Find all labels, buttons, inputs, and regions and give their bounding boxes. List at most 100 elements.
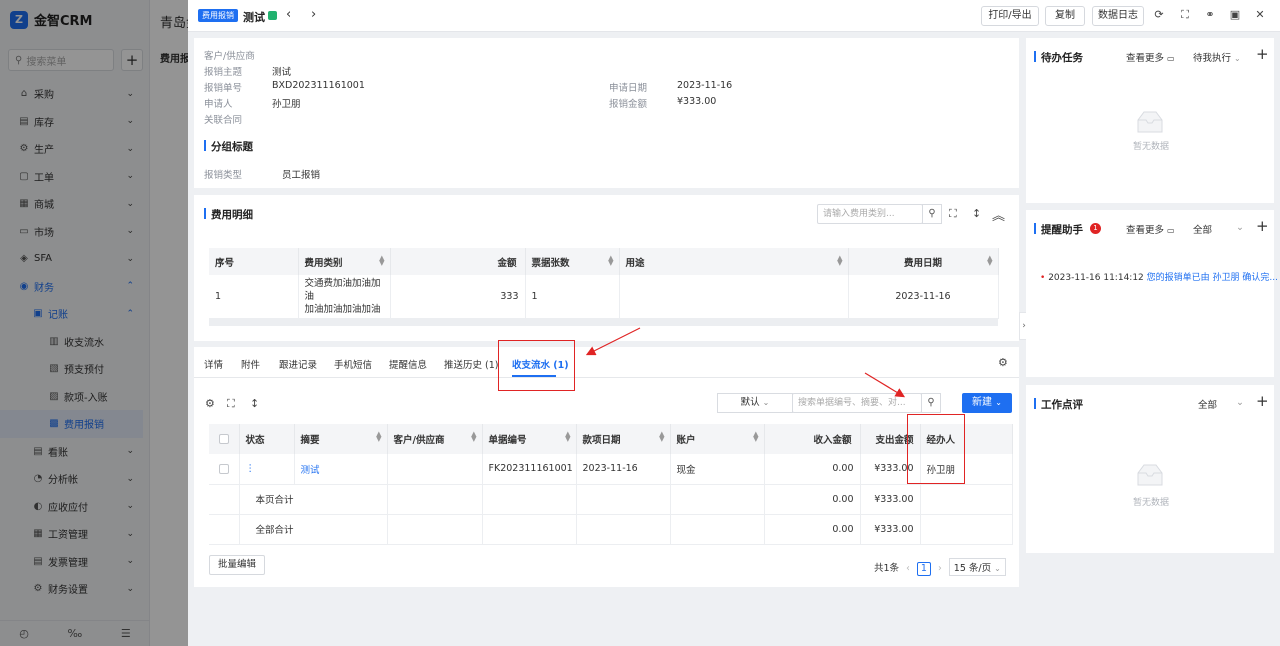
row-checkbox[interactable] [218,463,229,474]
row-height-icon[interactable]: ↕ [250,397,259,410]
refresh-icon[interactable]: ⟳ [1152,8,1166,22]
add-todo-icon[interactable]: + [1256,45,1269,63]
overlay-mask[interactable] [0,0,190,646]
sort-icon[interactable]: ▲ ▼ [471,431,476,443]
chevron-down-icon: ⌄ [994,564,1001,573]
work-review-panel: 工作点评 全部 ⌄ + 暂无数据 [1026,385,1274,553]
col-header-summary[interactable]: 摘要 ▲ ▼ [294,424,388,454]
col-header-tickets[interactable]: 票据张数 ▲ ▼ [525,248,620,275]
review-filter-select[interactable]: 全部 [1198,397,1217,411]
chevron-down-icon[interactable]: ⌄ [1236,397,1244,408]
cell-amount: 333 [390,275,526,319]
sort-icon[interactable]: ▲ ▼ [987,255,992,267]
tab-detail[interactable]: 详情 [204,357,223,371]
tab-reminders[interactable]: 提醒信息 [389,357,427,371]
view-select[interactable]: 默认 ⌄ [717,393,793,413]
col-header-doc-no[interactable]: 单据编号 ▲ ▼ [482,424,577,454]
tab-sms[interactable]: 手机短信 [334,357,372,371]
page-total-expense: ¥333.00 [860,484,921,515]
page-number[interactable]: 1 [916,562,931,576]
col-header-date[interactable]: 费用日期 ▲ ▼ [848,248,999,275]
sort-icon[interactable]: ▲ ▼ [379,255,384,267]
prev-record-icon[interactable]: ‹ [286,7,291,22]
table-row[interactable]: ⋮ 测试 FK202311161001 2023-11-16 现金 0.00 ¥… [209,454,1013,485]
summary-link[interactable]: 测试 [301,465,320,476]
col-header-customer[interactable]: 客户/供应商 ▲ ▼ [387,424,483,454]
fullscreen-icon[interactable]: ⛶ [1178,8,1192,22]
expense-table-header: 序号 费用类别 ▲ ▼ 金额 票据张数 ▲ ▼ 用途 ▲ ▼ 费用日期 ▲ ▼ [209,248,999,275]
horizontal-scrollbar[interactable] [209,319,998,326]
sort-icon[interactable]: ▲ ▼ [376,431,381,443]
add-review-icon[interactable]: + [1256,392,1269,410]
reminder-filter-select[interactable]: 全部 [1193,222,1212,236]
row-menu-icon[interactable]: ⋮ [239,454,295,485]
fullscreen-icon[interactable]: ⛶ [949,207,957,221]
new-button[interactable]: 新建 ⌄ [962,393,1012,413]
col-header-status[interactable]: 状态 [239,424,295,454]
tab-push-history[interactable]: 推送历史 (1) [444,357,498,371]
todo-more-link[interactable]: 查看更多 ▭ [1126,50,1175,64]
row-height-icon[interactable]: ↕ [972,207,981,220]
collapse-up-icon[interactable]: ︽ [992,205,1005,224]
col-header-date[interactable]: 款项日期 ▲ ▼ [576,424,671,454]
col-header-amount[interactable]: 金额 [390,248,526,275]
prev-page-icon[interactable]: ‹ [906,563,910,574]
batch-edit-button[interactable]: 批量编辑 [209,555,265,575]
sort-icon[interactable]: ▲ ▼ [565,431,570,443]
next-record-icon[interactable]: › [311,7,316,22]
search-icon[interactable]: ⚲ [922,204,942,224]
tab-follow-up[interactable]: 跟进记录 [279,357,317,371]
chevron-down-icon[interactable]: ⌄ [1236,222,1244,233]
reminder-more-link[interactable]: 查看更多 ▭ [1126,222,1175,236]
search-icon[interactable]: ⚲ [921,393,941,413]
expense-search-input[interactable]: 请输入费用类别... [817,204,923,224]
data-log-button[interactable]: 数据日志 [1092,6,1144,26]
todo-filter-select[interactable]: 待我执行 ⌄ [1193,50,1241,64]
sort-icon[interactable]: ▲ ▼ [659,431,664,443]
cell-summary[interactable]: 测试 [294,454,388,485]
tab-attachments[interactable]: 附件 [241,357,260,371]
col-header-no[interactable]: 序号 [209,248,299,275]
sort-icon[interactable]: ▲ ▼ [837,255,842,267]
close-icon[interactable]: ✕ [1253,8,1267,22]
sort-icon[interactable]: ▲ ▼ [608,255,613,267]
empty-box-icon [1137,111,1163,133]
table-row[interactable]: 1 交通费加油加油加油 加油加油加油加油 333 1 2023-11-16 [209,275,999,319]
cell-date: 2023-11-16 [848,275,999,319]
gear-icon[interactable]: ⚙ [998,356,1008,369]
add-reminder-icon[interactable]: + [1256,217,1269,235]
col-header-select[interactable] [209,424,240,454]
page-size-select[interactable]: 15 条/页 ⌄ [948,558,1006,576]
col-header-income[interactable]: 收入金额 [764,424,861,454]
link-icon[interactable]: ⚭ [1203,8,1217,22]
sort-icon[interactable]: ▲ ▼ [753,431,758,443]
expense-detail-panel: 费用明细 请输入费用类别... ⚲ ⛶ ↕ ︽ 序号 费用类别 ▲ ▼ 金额 票据张… [194,195,1019,341]
related-records-panel: 详情 附件 跟进记录 手机短信 提醒信息 推送历史 (1) 收支流水 (1) ⚙… [194,340,1019,587]
empty-box-icon [1137,464,1163,486]
window-icon[interactable]: ▣ [1228,8,1242,22]
next-page-icon[interactable]: › [938,563,942,574]
col-header-purpose[interactable]: 用途 ▲ ▼ [619,248,849,275]
cell-customer [387,454,483,485]
page-total-income: 0.00 [764,484,861,515]
cell-tickets: 1 [525,275,620,319]
select-all-checkbox[interactable] [218,434,229,444]
detail-drawer: 费用报销 测试 ‹ › 打印/导出 复制 数据日志 ⟳ ⛶ ⚭ ▣ ✕ 客户/供… [188,0,1280,646]
col-header-account[interactable]: 账户 ▲ ▼ [670,424,765,454]
reminder-text[interactable]: 您的报销单已由 孙卫朋 确认完... [1147,273,1278,283]
print-export-button[interactable]: 打印/导出 [981,6,1039,26]
fullscreen-icon[interactable]: ⛶ [227,397,235,411]
flow-search-input[interactable]: 搜索单据编号、摘要、对... [792,393,922,413]
more-icon: ▭ [1167,54,1175,63]
reminder-title: 提醒助手 [1034,222,1083,237]
col-header-category[interactable]: 费用类别 ▲ ▼ [298,248,391,275]
copy-button[interactable]: 复制 [1045,6,1085,26]
reminder-item[interactable]: • 2023-11-16 11:14:12 您的报销单已由 孙卫朋 确认完... [1040,270,1278,283]
gear-icon[interactable]: ⚙ [205,397,215,410]
field-label-subject: 报销主题 [204,67,243,78]
expense-section-title: 费用明细 [204,207,253,222]
more-icon: ▭ [1167,226,1175,235]
cell-select[interactable] [209,454,240,485]
all-total-income: 0.00 [764,514,861,545]
annotation-box-expense [907,414,965,484]
